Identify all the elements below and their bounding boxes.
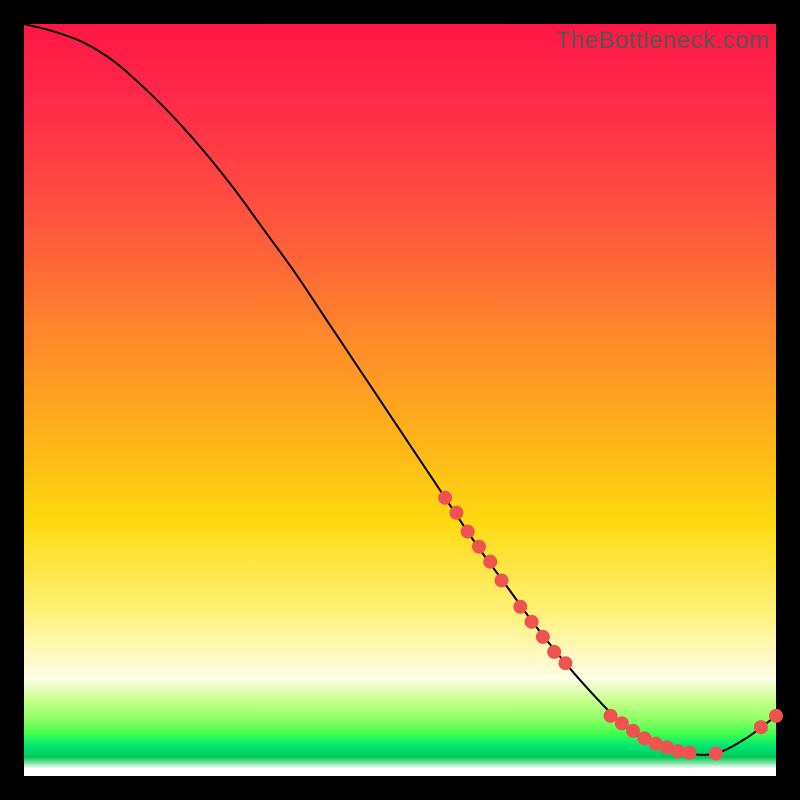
data-marker <box>769 709 783 723</box>
bottleneck-curve <box>24 24 776 755</box>
data-marker <box>683 746 697 760</box>
data-marker <box>483 555 497 569</box>
data-marker <box>558 656 572 670</box>
chart-frame: TheBottleneck.com <box>24 24 776 776</box>
data-marker <box>449 506 463 520</box>
marker-layer <box>438 491 783 761</box>
data-marker <box>495 573 509 587</box>
data-marker <box>536 630 550 644</box>
data-marker <box>754 720 768 734</box>
data-marker <box>547 645 561 659</box>
data-marker <box>461 525 475 539</box>
data-marker <box>472 540 486 554</box>
data-marker <box>438 491 452 505</box>
data-marker <box>513 600 527 614</box>
data-marker <box>525 615 539 629</box>
chart-svg <box>24 24 776 776</box>
data-marker <box>709 746 723 760</box>
